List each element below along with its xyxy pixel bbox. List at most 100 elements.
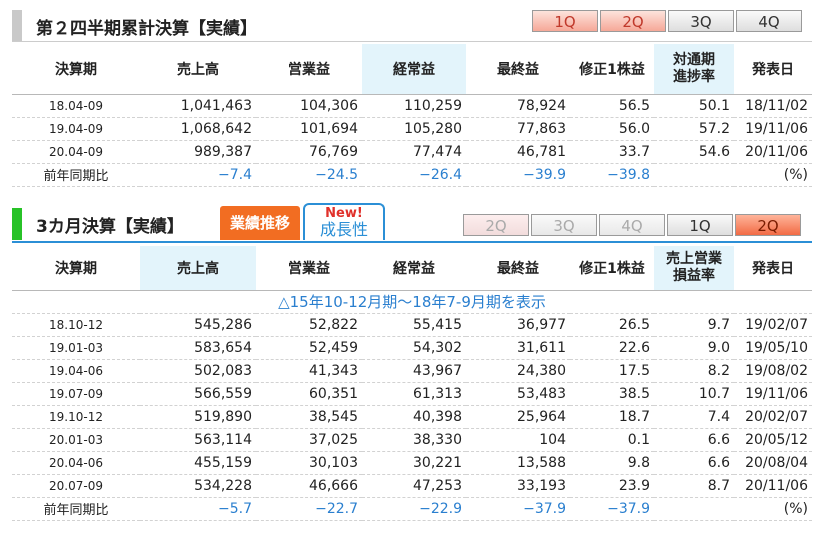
table-cell: 10.7 (654, 382, 734, 406)
table-cell: 26.5 (570, 313, 654, 337)
tab-3q[interactable]: 3Q (531, 214, 597, 236)
yoy-cell: −26.4 (362, 163, 466, 187)
table-cell: 19/11/06 (734, 382, 812, 406)
yoy-cell: −22.9 (362, 497, 466, 521)
col-ordinary[interactable]: 経常益 (362, 44, 466, 95)
col-ordinary: 経常益 (362, 246, 466, 291)
tab-growth-label: 成長性 (319, 220, 368, 239)
table-row: 20.04-09 989,387 76,769 77,474 46,781 33.7 54.… (12, 140, 812, 164)
table-row: 18.10-12 545,286 52,822 55,415 36,977 26.5 9.7… (12, 313, 812, 337)
table-cell: 566,559 (140, 382, 256, 406)
col-sales: 売上高 (140, 44, 256, 95)
col-period: 決算期 (12, 246, 140, 291)
table-cell: 563,114 (140, 428, 256, 452)
quarter-tabs-1: 1Q 2Q 3Q 4Q (530, 10, 802, 32)
tab-growth[interactable]: New! 成長性 (303, 203, 385, 240)
section-title: 第２四半期累計決算【実績】 (36, 19, 257, 39)
table-cell: 19.07-09 (12, 382, 140, 406)
tab-4q[interactable]: 4Q (599, 214, 665, 236)
table-cell: 47,253 (362, 474, 466, 498)
table-cell: 56.5 (570, 94, 654, 118)
table-cell: 20/11/06 (734, 140, 812, 164)
table-cell: 38.5 (570, 382, 654, 406)
table-header-row: 決算期 売上高 営業益 経常益 最終益 修正1株益 売上営業 損益率 発表日 (12, 246, 812, 291)
table-cell: 8.7 (654, 474, 734, 498)
yoy-cell: −37.9 (570, 497, 654, 521)
table-cell: 19.04-06 (12, 359, 140, 383)
table-cell: 36,977 (466, 313, 570, 337)
yoy-cell: −39.9 (466, 163, 570, 187)
table-cell: 19/02/07 (734, 313, 812, 337)
table-cell: 9.0 (654, 336, 734, 360)
table-cell: 18.04-09 (12, 94, 140, 118)
table-header-row: 決算期 売上高 営業益 経常益 最終益 修正1株益 対通期 進捗率 発表日 (12, 44, 812, 95)
table-cell: 7.4 (654, 405, 734, 429)
table-cell: 57.2 (654, 117, 734, 141)
section-bar (12, 10, 22, 42)
col-net: 最終益 (466, 44, 570, 95)
table-cell: 0.1 (570, 428, 654, 452)
table-cell: 20.04-06 (12, 451, 140, 475)
yoy-cell: −37.9 (466, 497, 570, 521)
tab-2q-prev[interactable]: 2Q (463, 214, 529, 236)
table-cell: 77,863 (466, 117, 570, 141)
table-cell: 20/05/12 (734, 428, 812, 452)
table-cell: 6.6 (654, 428, 734, 452)
table-cell: 56.0 (570, 117, 654, 141)
table-cell: 23.9 (570, 474, 654, 498)
table-cell: 40,398 (362, 405, 466, 429)
table-cell: 989,387 (140, 140, 256, 164)
col-operating: 営業益 (256, 246, 362, 291)
table-row: 19.07-09 566,559 60,351 61,313 53,483 38.5 10.… (12, 382, 812, 406)
table-cell: 22.6 (570, 336, 654, 360)
tab-2q[interactable]: 2Q (600, 10, 666, 32)
yoy-label: 前年同期比 (12, 163, 140, 187)
table-row: 20.07-09 534,228 46,666 47,253 33,193 23.9 8.7… (12, 474, 812, 498)
table-cell: 19/11/06 (734, 117, 812, 141)
yoy-row: 前年同期比 −5.7 −22.7 −22.9 −37.9 −37.9 (%) (12, 497, 812, 521)
col-progress: 対通期 進捗率 (654, 44, 734, 95)
table-cell: 25,964 (466, 405, 570, 429)
table-cell: 18/11/02 (734, 94, 812, 118)
table-cell: 54,302 (362, 336, 466, 360)
tab-3q[interactable]: 3Q (668, 10, 734, 32)
table-row: 19.04-06 502,083 41,343 43,967 24,380 17.5 8.2… (12, 359, 812, 383)
table-cell: 534,228 (140, 474, 256, 498)
table-cell: 18.7 (570, 405, 654, 429)
table-cell: 60,351 (256, 382, 362, 406)
table-row: 19.10-12 519,890 38,545 40,398 25,964 18.7 7.4… (12, 405, 812, 429)
table-cell: 110,259 (362, 94, 466, 118)
tab-1q[interactable]: 1Q (667, 214, 733, 236)
table-cell: 20.01-03 (12, 428, 140, 452)
quarter-tabs-2: 2Q 3Q 4Q 1Q 2Q (461, 214, 801, 236)
table-cell: 46,781 (466, 140, 570, 164)
col-operating: 営業益 (256, 44, 362, 95)
yoy-cell: −39.8 (570, 163, 654, 187)
table-cell: 30,221 (362, 451, 466, 475)
show-older-link[interactable]: △15年10-12月期～18年7-9月期を表示 (12, 290, 812, 314)
tab-1q[interactable]: 1Q (532, 10, 598, 32)
yoy-cell: (%) (734, 163, 812, 187)
quarterly-results-table: 決算期 売上高 営業益 経常益 最終益 修正1株益 売上営業 損益率 発表日 △… (12, 246, 812, 521)
table-cell: 105,280 (362, 117, 466, 141)
tab-4q[interactable]: 4Q (736, 10, 802, 32)
section-bar (12, 208, 22, 240)
col-date: 発表日 (734, 44, 812, 95)
section-title: 3カ月決算【実績】 (36, 217, 184, 237)
table-cell: 55,415 (362, 313, 466, 337)
table-row: 20.01-03 563,114 37,025 38,330 104 0.1 6.6 20/0… (12, 428, 812, 452)
table-cell: 20/11/06 (734, 474, 812, 498)
tab-performance-trend[interactable]: 業績推移 (220, 206, 300, 240)
table-cell: 43,967 (362, 359, 466, 383)
table-cell: 9.8 (570, 451, 654, 475)
col-sales[interactable]: 売上高 (140, 246, 256, 291)
table-cell: 20/08/04 (734, 451, 812, 475)
table-cell: 33,193 (466, 474, 570, 498)
yoy-label: 前年同期比 (12, 497, 140, 521)
table-cell: 52,822 (256, 313, 362, 337)
table-row: 18.04-09 1,041,463 104,306 110,259 78,924 56.… (12, 94, 812, 118)
tab-2q-current[interactable]: 2Q (735, 214, 801, 236)
table-cell: 19/05/10 (734, 336, 812, 360)
table-cell: 519,890 (140, 405, 256, 429)
table-cell: 17.5 (570, 359, 654, 383)
